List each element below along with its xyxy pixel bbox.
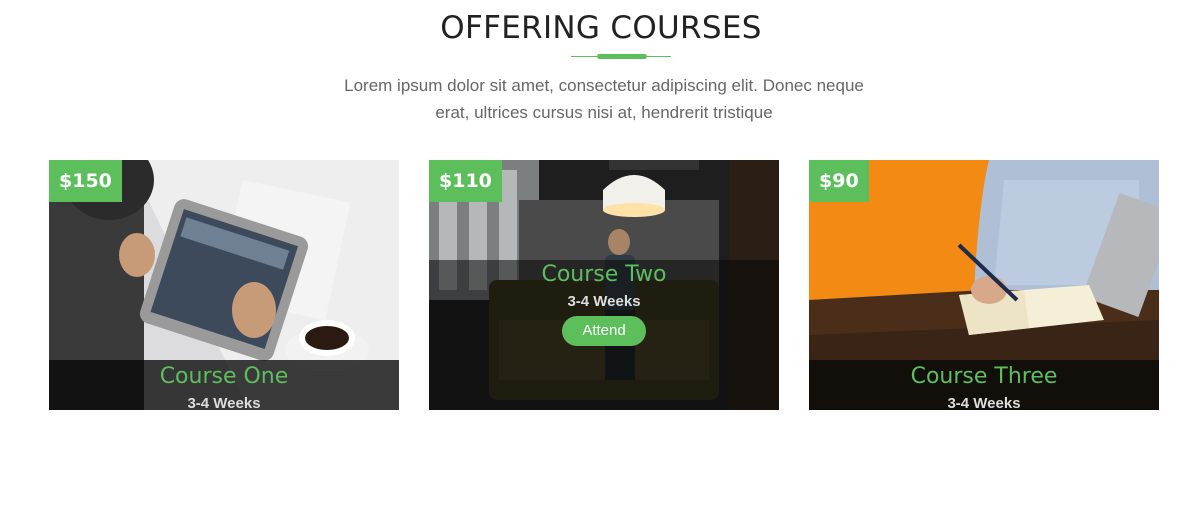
course-card-three[interactable]: $90 Course Three 3-4 Weeks bbox=[809, 160, 1159, 410]
course-info-overlay: Course Two 3-4 Weeks Attend bbox=[429, 260, 779, 410]
course-duration: 3-4 Weeks bbox=[947, 395, 1021, 410]
course-duration: 3-4 Weeks bbox=[567, 293, 641, 310]
course-duration: 3-4 Weeks bbox=[187, 395, 261, 410]
course-card-one[interactable]: $150 Course One 3-4 Weeks bbox=[49, 160, 399, 410]
course-title[interactable]: Course Three bbox=[809, 364, 1159, 389]
title-divider-bar bbox=[597, 54, 647, 59]
attend-button[interactable]: Attend bbox=[562, 316, 646, 346]
price-badge: $150 bbox=[49, 160, 122, 202]
description-line-2: erat, ultrices cursus nisi at, hendrerit… bbox=[435, 103, 773, 122]
price-badge: $110 bbox=[429, 160, 502, 202]
course-card-two[interactable]: $110 Course Two 3-4 Weeks Attend bbox=[429, 160, 779, 410]
section-description: Lorem ipsum dolor sit amet, consectetur … bbox=[320, 72, 888, 126]
description-line-1: Lorem ipsum dolor sit amet, consectetur … bbox=[344, 76, 864, 95]
course-title[interactable]: Course One bbox=[49, 364, 399, 389]
course-info-overlay: Course One 3-4 Weeks bbox=[49, 360, 399, 410]
section-title: OFFERING COURSES bbox=[440, 10, 762, 46]
price-badge: $90 bbox=[809, 160, 869, 202]
course-title[interactable]: Course Two bbox=[429, 262, 779, 287]
course-info-overlay: Course Three 3-4 Weeks bbox=[809, 360, 1159, 410]
